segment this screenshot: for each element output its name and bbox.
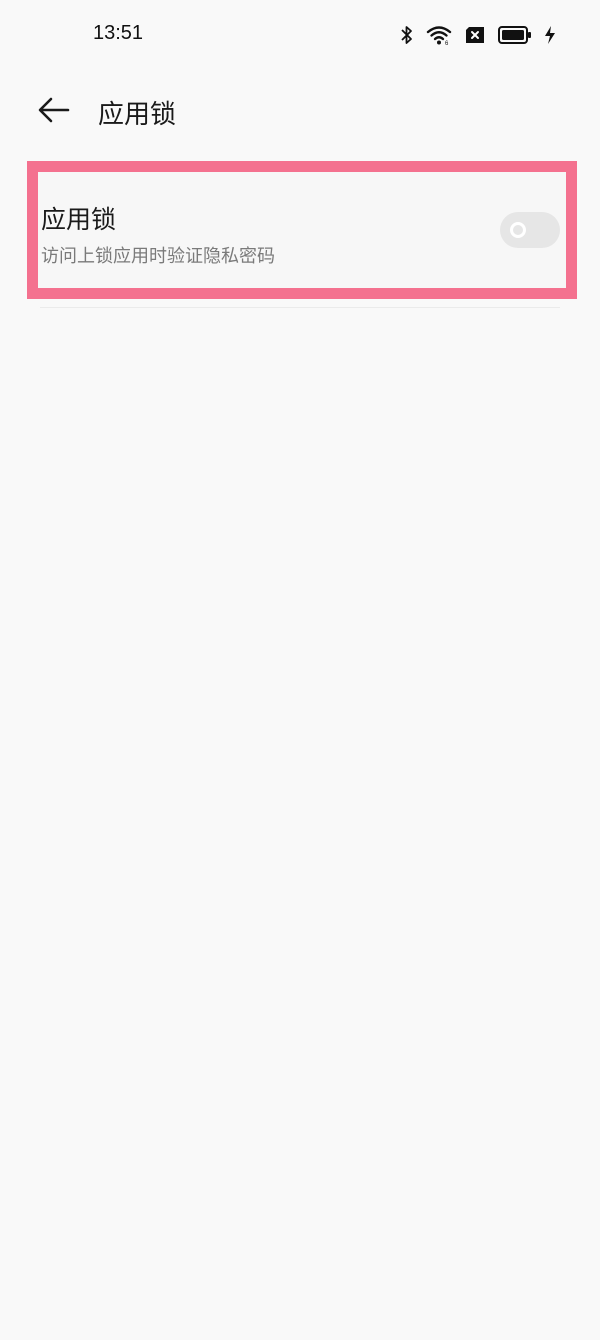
sim-disabled-icon [464,25,486,45]
setting-title: 应用锁 [41,205,117,234]
arrow-left-icon [37,96,71,128]
status-time: 13:51 [93,22,144,44]
app-lock-toggle[interactable] [500,212,560,248]
highlight-frame: 应用锁 访问上锁应用时验证隐私密码 [27,161,577,299]
status-bar: 13:51 6 [0,0,600,70]
bluetooth-icon [400,24,414,46]
wifi-icon: 6 [426,24,452,46]
app-header: 应用锁 [0,80,600,146]
setting-description: 访问上锁应用时验证隐私密码 [41,246,275,267]
app-lock-settings-page: 13:51 6 应用锁 应用锁 访问上锁应用时验证隐私密码 [0,0,600,1340]
charging-icon [544,25,556,45]
page-title: 应用锁 [98,100,177,130]
svg-text:6: 6 [445,41,449,46]
status-icons: 6 [400,24,556,46]
app-lock-setting-row[interactable]: 应用锁 访问上锁应用时验证隐私密码 [38,172,566,288]
back-button[interactable] [30,92,78,132]
divider [40,307,560,308]
battery-icon [498,25,532,45]
toggle-knob [510,222,526,238]
